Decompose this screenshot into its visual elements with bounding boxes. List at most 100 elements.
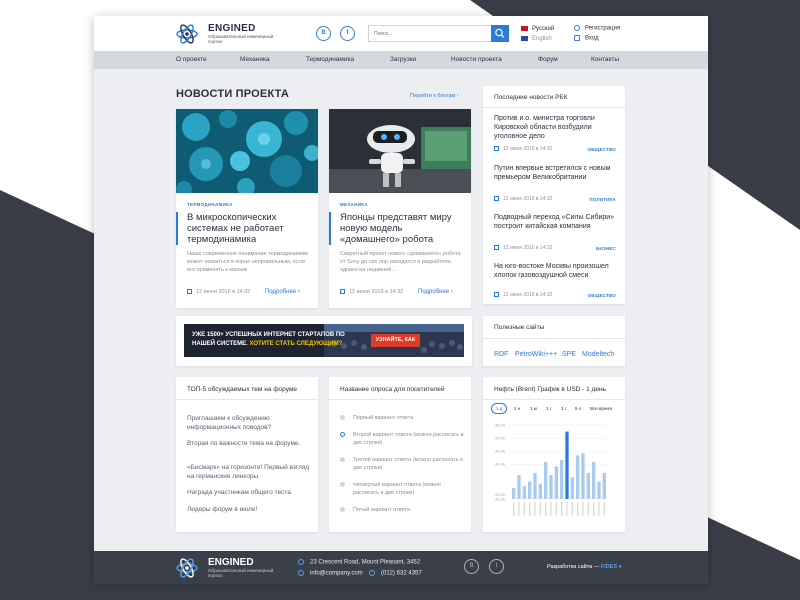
lock-icon <box>574 35 580 41</box>
chart-bar[interactable] <box>570 477 574 499</box>
read-more-link[interactable]: Подробнее › <box>265 289 300 295</box>
top-topics-title: ТОП-5 обсуждаемых тем на форуме <box>187 386 297 393</box>
banner-cta-button[interactable]: УЗНАЙТЕ, КАК <box>371 334 420 347</box>
rbk-category[interactable]: ОБЩЕСТВО <box>588 147 616 152</box>
chart-bar[interactable] <box>576 455 580 499</box>
register-link[interactable]: Регистрация <box>574 25 620 32</box>
chart-bar[interactable] <box>533 472 537 499</box>
chart-bar[interactable] <box>565 431 569 499</box>
chart-bar[interactable] <box>538 483 542 499</box>
chart-bar[interactable] <box>554 466 558 499</box>
poll-option-selected[interactable]: Второй вариант ответа (можно расписать в… <box>340 431 465 447</box>
news-title[interactable]: В микроскопических системах не работает … <box>176 212 309 245</box>
search-button[interactable] <box>491 25 509 42</box>
y-tick-label: 42.80 <box>495 497 506 502</box>
topic-link[interactable]: Награда участникам общего теста. <box>187 488 312 497</box>
news-card[interactable]: ТЕРМОДИНАМИКА В микроскопических система… <box>176 109 318 308</box>
news-excerpt: Наше современное понимание термодинамики… <box>187 251 309 273</box>
x-tick-mark <box>577 502 579 516</box>
nav-item-project-news[interactable]: Новости проекта <box>451 56 502 63</box>
poll-option[interactable]: Первый вариант ответа <box>340 414 465 422</box>
chart-bar[interactable] <box>512 488 516 499</box>
nav-item-about[interactable]: О проекте <box>176 56 207 63</box>
tab-5-years[interactable]: 5 л <box>575 406 581 411</box>
footer-vk-icon[interactable]: В <box>464 559 479 574</box>
x-tick-mark <box>571 502 573 516</box>
topic-link[interactable]: Лидеры форум в июле! <box>187 505 312 514</box>
nav-item-thermodynamics[interactable]: Термодинамика <box>306 56 354 63</box>
search-icon <box>495 28 505 38</box>
lang-english[interactable]: English <box>521 36 552 42</box>
nav-item-mechanics[interactable]: Механика <box>240 56 270 63</box>
rbk-news-item[interactable]: Против и.о. министра торговли Кировской … <box>494 114 616 158</box>
chart-bar[interactable] <box>586 472 590 499</box>
x-tick-mark <box>523 502 525 516</box>
atom-logo-icon <box>176 558 198 578</box>
chart-bar[interactable] <box>602 472 606 499</box>
nav-item-downloads[interactable]: Загрузки <box>390 56 416 63</box>
lang-russian[interactable]: Русский <box>521 26 554 32</box>
chart-bar[interactable] <box>522 485 526 499</box>
tab-all-time[interactable]: Все время <box>590 406 612 411</box>
news-category[interactable]: ТЕРМОДИНАМИКА <box>187 202 233 207</box>
website-page: ENGINED Образовательный инженерный порта… <box>94 16 708 584</box>
tab-1-month[interactable]: 1 м <box>530 406 537 411</box>
y-tick-label: 45.00 <box>495 449 506 454</box>
rbk-news-item[interactable]: На юго-востоке Москвы произошел хлопок г… <box>494 262 616 306</box>
footer-twitter-icon[interactable]: t <box>489 559 504 574</box>
vk-icon[interactable]: В <box>316 26 331 41</box>
poll-option[interactable]: Пятый вариант ответа <box>340 506 465 514</box>
chart-bar[interactable] <box>528 481 532 499</box>
chart-bar[interactable] <box>517 475 521 499</box>
login-link[interactable]: Вход <box>574 35 599 42</box>
useful-link-spe[interactable]: SPE <box>562 351 576 358</box>
footer-email[interactable]: info@company.com <box>298 570 363 577</box>
top-topics-panel: ТОП-5 обсуждаемых тем на форуме Приглаша… <box>176 377 318 532</box>
nav-item-contacts[interactable]: Контакты <box>591 56 619 63</box>
rbk-category[interactable]: ОБЩЕСТВО <box>588 293 616 298</box>
chart-bar[interactable] <box>581 453 585 499</box>
poll-option[interactable]: Третий вариант ответа (можно расписать в… <box>340 456 465 472</box>
calendar-icon <box>340 289 345 295</box>
topic-link[interactable]: Приглашаем к обсуждению информационных п… <box>187 414 312 432</box>
footer-phone[interactable]: (012) 632 4357 <box>369 570 422 577</box>
ad-banner[interactable]: УЖЕ 1500+ УСПЕШНЫХ ИНТЕРНЕТ СТАРТАПОВ ПО… <box>184 324 464 357</box>
blogs-link[interactable]: Перейти к блогам › <box>410 93 459 99</box>
useful-link-rdf[interactable]: RDF <box>494 351 508 358</box>
calendar-icon <box>494 196 499 202</box>
calendar-icon <box>494 245 499 251</box>
rbk-category[interactable]: БИЗНЕС <box>596 246 616 251</box>
russia-flag-icon <box>521 26 528 31</box>
useful-link-modeltech[interactable]: Modeltech <box>582 351 614 358</box>
useful-link-petrowiki[interactable]: PetroWiki+++ <box>515 351 557 358</box>
divider <box>483 338 625 339</box>
rbk-news-item[interactable]: Путин впервые встретился с новым премьер… <box>494 164 616 208</box>
read-more-link[interactable]: Подробнее › <box>418 289 453 295</box>
news-title[interactable]: Японцы представят миру новую модель «дом… <box>329 212 462 245</box>
tab-1-day[interactable]: 1 д <box>491 403 508 414</box>
search-input[interactable] <box>374 29 484 39</box>
facebook-icon[interactable]: f <box>340 26 355 41</box>
tab-3-years[interactable]: 3 г <box>561 406 566 411</box>
rbk-category[interactable]: ПОЛИТИКА <box>589 197 616 202</box>
topic-link[interactable]: Вторая по важности тема на форуме. <box>187 439 312 448</box>
news-category[interactable]: МЕХАНИКА <box>340 202 368 207</box>
tab-1-week[interactable]: 1 н <box>514 406 520 411</box>
chart-bar[interactable] <box>544 462 548 499</box>
topic-link[interactable]: «Бисмарк» на горизонте! Первый взгляд на… <box>187 463 312 481</box>
poll-option[interactable]: Четвертый вариант ответа (можно расписат… <box>340 481 465 497</box>
tab-1-year[interactable]: 1 г <box>546 406 551 411</box>
news-card[interactable]: МЕХАНИКА Японцы представят миру новую мо… <box>329 109 471 308</box>
chart-bar[interactable] <box>592 462 596 499</box>
divider <box>483 399 625 400</box>
chart-bar[interactable] <box>560 459 564 499</box>
logo[interactable]: ENGINED Образовательный инженерный порта… <box>176 22 286 46</box>
x-tick-mark <box>550 502 552 516</box>
rbk-news-item[interactable]: Подводный переход «Силы Сибири» построит… <box>494 213 616 257</box>
chart-bar[interactable] <box>597 481 601 499</box>
nav-item-forum[interactable]: Форум <box>538 56 558 63</box>
developer-credit[interactable]: Разработка сайта — FIDES ● <box>547 564 622 570</box>
footer: ENGINED Образовательный инженерный порта… <box>94 551 708 584</box>
divider <box>483 107 625 108</box>
chart-bar[interactable] <box>549 475 553 499</box>
